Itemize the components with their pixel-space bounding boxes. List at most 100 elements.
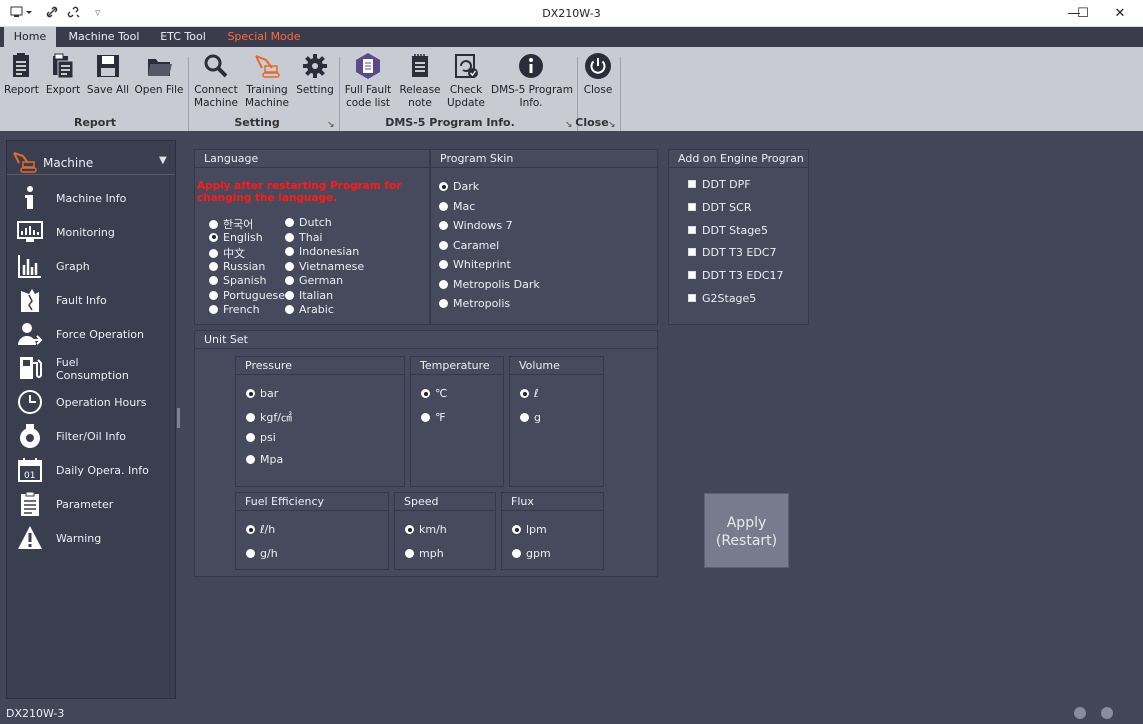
engine-option-checkbox[interactable]: DDT T3 EDC7 (688, 246, 776, 260)
engine-option-checkbox[interactable]: DDT Stage5 (688, 224, 768, 238)
language-option[interactable]: English (209, 231, 263, 245)
radio-label: Portuguese (223, 288, 285, 302)
sidebar-item-graph[interactable]: Graph (7, 251, 175, 281)
open-file-button[interactable]: Open File (134, 52, 184, 97)
pressure-option[interactable]: Mpa (246, 453, 283, 467)
close-dialog-launcher-icon[interactable]: ↘ (608, 120, 616, 130)
radio-label: 한국어 (223, 218, 254, 231)
radio-label: km/h (419, 523, 447, 536)
temperature-option[interactable]: ℉ (421, 411, 445, 425)
sidebar-item-force-operation[interactable]: Force Operation (7, 319, 175, 349)
language-option[interactable]: Russian (209, 260, 265, 274)
language-option[interactable]: Arabic (285, 303, 334, 317)
machine-dropdown[interactable]: Machine ▼ (7, 151, 175, 175)
checkbox-label: G2Stage5 (702, 292, 757, 305)
sidebar-item-monitoring[interactable]: Monitoring (7, 217, 175, 247)
connect-machine-button[interactable]: Connect Machine (193, 52, 239, 110)
checkbox-label: DDT DPF (702, 178, 751, 191)
language-option[interactable]: German (285, 274, 343, 288)
tab-etc-tool[interactable]: ETC Tool (152, 27, 214, 47)
radio-label: ℃ (435, 387, 448, 400)
save-icon (97, 55, 119, 77)
export-button[interactable]: Export (44, 52, 82, 97)
speed-option[interactable]: mph (405, 547, 444, 561)
release-note-button[interactable]: Release note (399, 52, 441, 110)
radio-button-icon (512, 549, 521, 558)
unit-set-header: Unit Set (195, 331, 657, 349)
sidebar-item-machine-info[interactable]: Machine Info (7, 183, 175, 213)
check-update-button[interactable]: Check Update (445, 52, 487, 110)
language-option[interactable]: 한국어 (209, 216, 254, 231)
radio-label: Vietnamese (299, 259, 365, 273)
skin-option[interactable]: Metropolis (439, 297, 510, 311)
skin-option[interactable]: Metropolis Dark (439, 278, 540, 292)
save-all-button[interactable]: Save All (86, 52, 130, 97)
fuel-option[interactable]: g/h (246, 547, 278, 561)
save-all-label: Save All (86, 84, 130, 96)
sidebar-item-label: Monitoring (56, 226, 115, 239)
pressure-option[interactable]: psi (246, 431, 276, 445)
training-machine-button[interactable]: Training Machine (243, 52, 291, 110)
radio-label: ℓ (534, 387, 539, 400)
language-option[interactable]: Thai (285, 231, 323, 245)
flux-option[interactable]: lpm (512, 523, 547, 537)
sidebar-item-warning[interactable]: Warning (7, 523, 175, 553)
close-window-button[interactable]: ✕ (1097, 0, 1143, 27)
temperature-header: Temperature (411, 357, 503, 375)
sidebar-item-label: Graph (56, 260, 90, 273)
engine-option-checkbox[interactable]: DDT DPF (688, 178, 751, 192)
full-fault-code-list-button[interactable]: Full Fault code list (343, 52, 393, 110)
sidebar-item-filter-oil-info[interactable]: Filter/Oil Info (7, 421, 175, 451)
language-option[interactable]: Dutch (285, 216, 332, 230)
tab-special-mode[interactable]: Special Mode (224, 27, 304, 47)
tab-machine-tool[interactable]: Machine Tool (62, 27, 146, 47)
apply-restart-button[interactable]: Apply (Restart) (704, 493, 789, 568)
skin-option[interactable]: Dark (439, 180, 479, 194)
fuel-option[interactable]: ℓ/h (246, 523, 275, 537)
language-option[interactable]: Portuguese (209, 289, 285, 303)
radio-label: German (299, 274, 344, 287)
dms5-dialog-launcher-icon[interactable]: ↘ (565, 120, 573, 130)
sidebar-item-parameter[interactable]: Parameter (7, 489, 175, 519)
tab-home[interactable]: Home (4, 27, 56, 47)
fault-icon (21, 289, 39, 312)
volume-option[interactable]: g (520, 411, 541, 425)
speed-option[interactable]: km/h (405, 523, 447, 537)
sidebar-item-fuel-consumption[interactable]: Fuel Consumption (7, 353, 175, 387)
language-option[interactable]: Spanish (209, 274, 266, 288)
language-panel: Language Apply after restarting Program … (194, 149, 430, 325)
language-option[interactable]: Indonesian (285, 245, 359, 259)
setting-dialog-launcher-icon[interactable]: ↘ (327, 120, 335, 130)
pressure-option[interactable]: kgf/㎠ (246, 409, 292, 424)
skin-option[interactable]: Mac (439, 200, 475, 214)
speed-group: Speed km/h mph (394, 492, 496, 570)
power-icon (585, 53, 611, 79)
engine-option-checkbox[interactable]: G2Stage5 (688, 292, 756, 306)
radio-button-icon (439, 182, 448, 191)
search-icon (204, 54, 228, 78)
skin-option[interactable]: Windows 7 (439, 219, 513, 233)
sidebar-splitter[interactable] (177, 408, 180, 428)
radio-label: Thai (299, 230, 323, 244)
language-option[interactable]: French (209, 303, 260, 317)
setting-button[interactable]: Setting (296, 52, 334, 97)
radio-label: gpm (526, 547, 551, 560)
temperature-option[interactable]: ℃ (421, 387, 447, 401)
language-option[interactable]: Italian (285, 289, 333, 303)
skin-option[interactable]: Whiteprint (439, 258, 511, 272)
volume-option[interactable]: ℓ (520, 387, 539, 401)
engine-option-checkbox[interactable]: DDT SCR (688, 201, 751, 215)
flux-option[interactable]: gpm (512, 547, 551, 561)
sidebar-item-fault-info[interactable]: Fault Info (7, 285, 175, 315)
sidebar-item-daily-opera-info[interactable]: 01 Daily Opera. Info (7, 455, 175, 485)
language-option[interactable]: 中文 (209, 245, 245, 260)
engine-option-checkbox[interactable]: DDT T3 EDC17 (688, 269, 783, 283)
pressure-option[interactable]: bar (246, 387, 278, 401)
dms5-program-info-button[interactable]: DMS-5 Program Info. (491, 52, 573, 110)
sidebar-item-operation-hours[interactable]: Operation Hours (7, 387, 175, 417)
close-button[interactable]: Close (581, 52, 615, 97)
report-button[interactable]: Report (4, 52, 39, 97)
connect-machine-label: Connect Machine (194, 84, 238, 109)
language-option[interactable]: Vietnamese (285, 260, 364, 274)
skin-option[interactable]: Caramel (439, 239, 499, 253)
